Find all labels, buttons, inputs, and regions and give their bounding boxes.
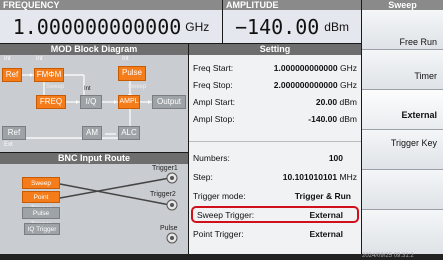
mod-block-diagram: MOD Block Diagram Int Int Ref FMΦM Int P… [0, 44, 188, 152]
frequency-display[interactable]: 1.000000000000 GHz [0, 10, 222, 43]
int-label-1: Int [4, 56, 11, 62]
setting-row-ampl-start[interactable]: Ampl Start: 20.00 dBm [189, 93, 361, 110]
bnc-input-route: BNC Input Route Sweep Trigger Point Trig… [0, 153, 188, 254]
setting-value: 2.000000000000 [273, 79, 338, 90]
int-label-2: Int [36, 56, 43, 62]
setting-value: External [309, 228, 343, 239]
sweep-label-2: Sweep [128, 84, 147, 90]
setting-row-point-trigger[interactable]: Point Trigger: External [189, 224, 361, 243]
frequency-header: FREQUENCY [0, 0, 222, 10]
setting-label: Freq Stop: [193, 79, 233, 90]
frequency-unit: GHz [185, 19, 210, 34]
sweep-label-1: Sweep [46, 84, 65, 90]
status-bar: 2024/09/25 09:31:2 [0, 253, 443, 260]
point-trigger-block[interactable]: Point Trigger [22, 191, 60, 212]
setting-value: 1.000000000000 [273, 62, 338, 73]
amplitude-header: AMPLITUDE [223, 0, 361, 10]
am-block[interactable]: AM [82, 126, 102, 140]
setting-title: Setting [189, 44, 361, 55]
ampl-block[interactable]: AMPL [118, 95, 140, 109]
setting-unit: GHz [340, 62, 357, 73]
pulse-block[interactable]: Pulse [118, 66, 146, 81]
setting-unit: dBm [339, 113, 357, 124]
setting-value: Trigger & Run [294, 190, 351, 201]
ref-block-2[interactable]: Ref [2, 126, 26, 140]
setting-label: Step: [193, 171, 213, 182]
setting-row-trigger-mode[interactable]: Trigger mode: Trigger & Run [189, 186, 361, 205]
amplitude-display[interactable]: −140.00 dBm [223, 10, 361, 43]
ext-label: Ext [4, 142, 13, 148]
softkey-panel: Free Run Timer External Trigger Key [362, 10, 443, 254]
setting-label: Trigger mode: [193, 190, 246, 201]
pulse-trigger-block[interactable]: Pulse Trigger [22, 207, 60, 228]
setting-label: Point Trigger: [193, 228, 244, 239]
setting-panel: Setting Freq Start: 1.000000000000 GHz Fr… [189, 44, 361, 254]
softkey-empty-1[interactable] [362, 170, 443, 210]
int-label-4: Int [84, 86, 91, 92]
freq-block[interactable]: FREQ [36, 95, 66, 109]
setting-value: 20.00 [315, 96, 338, 107]
output-block[interactable]: Output [152, 95, 186, 109]
setting-row-freq-stop[interactable]: Freq Stop: 2.000000000000 GHz [189, 76, 361, 93]
amplitude-unit: dBm [324, 19, 349, 34]
softkey-trigger-key[interactable]: Trigger Key [362, 130, 443, 170]
setting-label: Freq Start: [193, 62, 234, 73]
int-label-3: Int [122, 56, 129, 62]
alc-block[interactable]: ALC [118, 126, 140, 140]
status-time: 2024/09/25 09:31:2 [362, 253, 414, 259]
setting-row-step[interactable]: Step: 10.101010101 MHz [189, 167, 361, 186]
trigger2-label: Trigger2 [150, 191, 176, 198]
setting-row-sweep-trigger[interactable]: Sweep Trigger: External [191, 206, 359, 223]
frequency-value: 1.000000000000 [12, 14, 182, 39]
softkey-timer[interactable]: Timer [362, 50, 443, 90]
setting-divider [189, 141, 361, 142]
setting-unit: MHz [339, 171, 357, 182]
sweep-trigger-block[interactable]: Sweep Trigger [22, 177, 60, 198]
setting-row-ampl-stop[interactable]: Ampl Stop: -140.00 dBm [189, 110, 361, 127]
setting-unit: GHz [340, 79, 357, 90]
setting-label: Sweep Trigger: [197, 209, 255, 220]
trigger1-label: Trigger1 [152, 165, 178, 172]
setting-value: 100 [328, 152, 343, 163]
setting-value: 10.101010101 [282, 171, 338, 182]
setting-unit: dBm [339, 96, 357, 107]
softkey-free-run[interactable]: Free Run [362, 10, 443, 50]
iq-block[interactable]: I/Q [80, 95, 102, 109]
ref-block[interactable]: Ref [2, 68, 22, 82]
softkey-empty-2[interactable] [362, 210, 443, 254]
setting-label: Ampl Stop: [193, 113, 235, 124]
setting-value: -140.00 [308, 113, 338, 124]
softkey-external[interactable]: External [362, 90, 443, 130]
amplitude-value: −140.00 [235, 14, 320, 39]
setting-label: Numbers: [193, 152, 230, 163]
sweep-header: Sweep [362, 0, 443, 10]
fm-pm-block[interactable]: FMΦM [34, 68, 64, 82]
pulse-label: Pulse [160, 225, 178, 232]
setting-value: External [309, 209, 343, 220]
setting-row-freq-start[interactable]: Freq Start: 1.000000000000 GHz [189, 59, 361, 76]
setting-label: Ampl Start: [193, 96, 236, 107]
iq-trigger-block[interactable]: IQ Trigger [24, 223, 60, 235]
setting-row-numbers[interactable]: Numbers: 100 [189, 148, 361, 167]
